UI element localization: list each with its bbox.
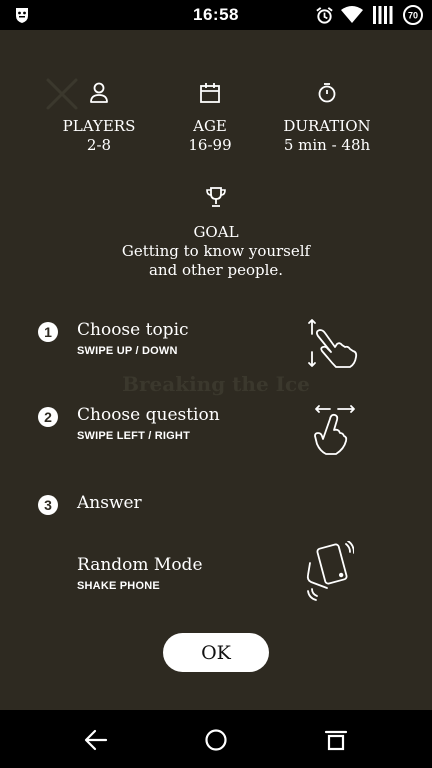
- battery-saver-icon: 70: [403, 5, 423, 29]
- home-icon[interactable]: [200, 724, 232, 756]
- ok-button[interactable]: OK: [163, 633, 269, 672]
- random-mode-subtitle: SHAKE PHONE: [77, 580, 160, 592]
- step-subtitle: SWIPE LEFT / RIGHT: [77, 430, 190, 442]
- step-number: 2: [38, 407, 58, 427]
- goal-section: GOAL Getting to know yourself and other …: [0, 186, 432, 280]
- step-number: 1: [38, 322, 58, 342]
- signal-icon: [372, 6, 394, 28]
- goal-label: GOAL: [193, 223, 239, 241]
- duration-label: DURATION: [283, 117, 371, 135]
- goal-description: Getting to know yourself and other peopl…: [121, 242, 311, 279]
- app-title-watermark: Breaking the Ice: [122, 372, 310, 396]
- random-mode-title: Random Mode: [77, 555, 203, 575]
- step-choose-topic: 1 Choose topic SWIPE UP / DOWN: [38, 319, 398, 370]
- trophy-icon: [0, 186, 432, 212]
- navigation-bar: [0, 710, 432, 768]
- back-icon[interactable]: [80, 724, 112, 756]
- random-mode-hint: Random Mode SHAKE PHONE: [38, 540, 398, 605]
- step-title: Answer: [77, 493, 142, 513]
- step-answer: 3 Answer: [38, 493, 398, 523]
- wifi-icon: [341, 6, 363, 28]
- step-subtitle: SWIPE UP / DOWN: [77, 345, 178, 357]
- app-screen: 16:58 70 PLAYERS 2-8 AGE 16-99 DURATION …: [0, 0, 432, 768]
- shake-phone-icon: [304, 540, 355, 607]
- duration-stat: DURATION 5 min - 48h: [257, 80, 397, 155]
- step-title: Choose topic: [77, 320, 189, 340]
- clock: 16:58: [193, 5, 239, 24]
- recents-icon[interactable]: [320, 724, 352, 756]
- status-bar: 16:58 70: [0, 0, 432, 30]
- alarm-icon: [315, 6, 334, 29]
- step-number: 3: [38, 495, 58, 515]
- swipe-vertical-icon: [304, 318, 360, 374]
- stopwatch-icon: [257, 80, 397, 106]
- step-title: Choose question: [77, 405, 220, 425]
- step-choose-question: 2 Choose question SWIPE LEFT / RIGHT: [38, 405, 398, 455]
- battery-level-text: 70: [408, 11, 418, 21]
- swipe-horizontal-icon: [304, 401, 360, 461]
- duration-value: 5 min - 48h: [283, 136, 371, 154]
